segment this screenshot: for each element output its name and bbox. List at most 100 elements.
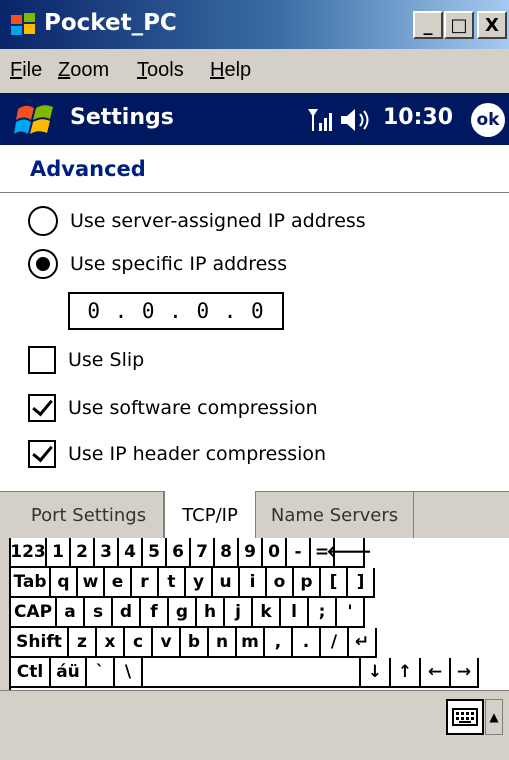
keyboard-row-2: Tab q w e r t y u i o p[] [11, 568, 507, 598]
key[interactable]: o [267, 568, 294, 598]
page-title: Advanced [30, 157, 146, 181]
menu-file[interactable]: File [10, 59, 42, 82]
key[interactable]: ↑ [391, 658, 421, 688]
key[interactable]: áü [51, 658, 87, 688]
key[interactable]: \ [115, 658, 143, 688]
key[interactable]: p [294, 568, 321, 598]
key[interactable]: [ [321, 568, 348, 598]
ip-address-field[interactable]: 0 . 0 . 0 . 0 [68, 292, 284, 330]
slip-label: Use Slip [68, 349, 145, 371]
key[interactable]: n [209, 628, 237, 658]
key[interactable]: d [113, 598, 141, 628]
specific-ip-radio[interactable] [28, 249, 58, 279]
menu-help[interactable]: Help [210, 59, 251, 82]
tab-port-settings[interactable]: Port Settings [14, 492, 164, 538]
slip-checkbox[interactable] [28, 346, 56, 374]
slip-option[interactable]: Use Slip [28, 342, 144, 378]
key[interactable]: k [253, 598, 281, 628]
emulator-window: Pocket_PC _ □ X File Zoom Tools Help Set… [0, 0, 509, 760]
clock[interactable]: 10:30 [383, 105, 453, 130]
key[interactable]: j [225, 598, 253, 628]
key[interactable]: ] [348, 568, 375, 598]
server-ip-radio[interactable] [28, 206, 58, 236]
tab-name-servers[interactable]: Name Servers [256, 492, 414, 538]
key[interactable]: f [141, 598, 169, 628]
key[interactable]: ' [337, 598, 365, 628]
close-button[interactable]: X [477, 11, 507, 39]
key[interactable]: c [125, 628, 153, 658]
key[interactable]: b [181, 628, 209, 658]
key[interactable]: w [78, 568, 105, 598]
software-compression-option[interactable]: Use software compression [28, 390, 318, 426]
tab-tcp-ip[interactable]: TCP/IP [164, 491, 256, 539]
key[interactable]: Tab [11, 568, 51, 598]
specific-ip-label: Use specific IP address [70, 253, 288, 275]
key[interactable]: u [213, 568, 240, 598]
key[interactable]: ; [309, 598, 337, 628]
key[interactable]: 6 [167, 538, 191, 568]
specific-ip-option[interactable]: Use specific IP address [28, 246, 287, 282]
ip-header-compression-option[interactable]: Use IP header compression [28, 436, 326, 472]
key[interactable]: ↓ [361, 658, 391, 688]
key[interactable]: 9 [239, 538, 263, 568]
menu-zoom[interactable]: Zoom [58, 59, 109, 82]
title-bar[interactable]: Pocket_PC _ □ X [0, 0, 509, 49]
key[interactable]: q [51, 568, 78, 598]
key[interactable]: Shift [11, 628, 69, 658]
menu-tools[interactable]: Tools [137, 59, 184, 82]
key[interactable]: → [451, 658, 479, 688]
key[interactable]: i [240, 568, 267, 598]
ok-button[interactable]: ok [471, 103, 505, 137]
minimize-button[interactable]: _ [413, 11, 443, 39]
space-key[interactable] [143, 658, 361, 688]
key[interactable]: Ctl [11, 658, 51, 688]
key[interactable]: t [159, 568, 186, 598]
key[interactable]: / [321, 628, 349, 658]
start-menu-icon[interactable] [14, 101, 56, 139]
key[interactable]: 5 [143, 538, 167, 568]
volume-icon[interactable] [338, 106, 378, 134]
key[interactable]: l [281, 598, 309, 628]
key[interactable]: ` [87, 658, 115, 688]
key[interactable]: 8 [215, 538, 239, 568]
key[interactable]: 7 [191, 538, 215, 568]
maximize-button[interactable]: □ [444, 11, 474, 39]
header-divider [0, 192, 509, 193]
key[interactable]: - [287, 538, 311, 568]
key[interactable]: 123 [10, 538, 47, 568]
server-ip-label: Use server-assigned IP address [70, 210, 366, 232]
key[interactable]: m [237, 628, 265, 658]
ip-header-compression-checkbox[interactable] [28, 440, 56, 468]
input-method-menu-button[interactable]: ▲ [485, 699, 503, 735]
key[interactable]: 3 [95, 538, 119, 568]
key[interactable]: g [169, 598, 197, 628]
key[interactable]: 🡐 [326, 538, 372, 568]
key[interactable]: ↵ [349, 628, 377, 658]
key[interactable]: 0 [263, 538, 287, 568]
key[interactable]: 1 [47, 538, 71, 568]
key[interactable]: ← [421, 658, 451, 688]
key[interactable]: CAP [11, 598, 57, 628]
connectivity-icon[interactable] [305, 105, 335, 135]
key[interactable]: . [293, 628, 321, 658]
keyboard-row-3: CAP a s d f g h j k l; ' [11, 598, 507, 628]
tab-strip: Port Settings TCP/IP Name Servers [0, 491, 509, 539]
key[interactable]: s [85, 598, 113, 628]
window-title: Pocket_PC [44, 10, 177, 36]
key[interactable]: 4 [119, 538, 143, 568]
key[interactable]: 2 [71, 538, 95, 568]
key[interactable]: r [132, 568, 159, 598]
key[interactable]: , [265, 628, 293, 658]
windows-flag-icon [11, 13, 35, 35]
key[interactable]: h [197, 598, 225, 628]
keyboard-row-4: Shift z x c v b n m,. / ↵ [11, 628, 507, 658]
key[interactable]: e [105, 568, 132, 598]
key[interactable]: a [57, 598, 85, 628]
key[interactable]: v [153, 628, 181, 658]
software-compression-checkbox[interactable] [28, 394, 56, 422]
server-ip-option[interactable]: Use server-assigned IP address [28, 203, 366, 239]
key[interactable]: y [186, 568, 213, 598]
key[interactable]: x [97, 628, 125, 658]
key[interactable]: z [69, 628, 97, 658]
input-panel-button[interactable] [446, 699, 484, 735]
